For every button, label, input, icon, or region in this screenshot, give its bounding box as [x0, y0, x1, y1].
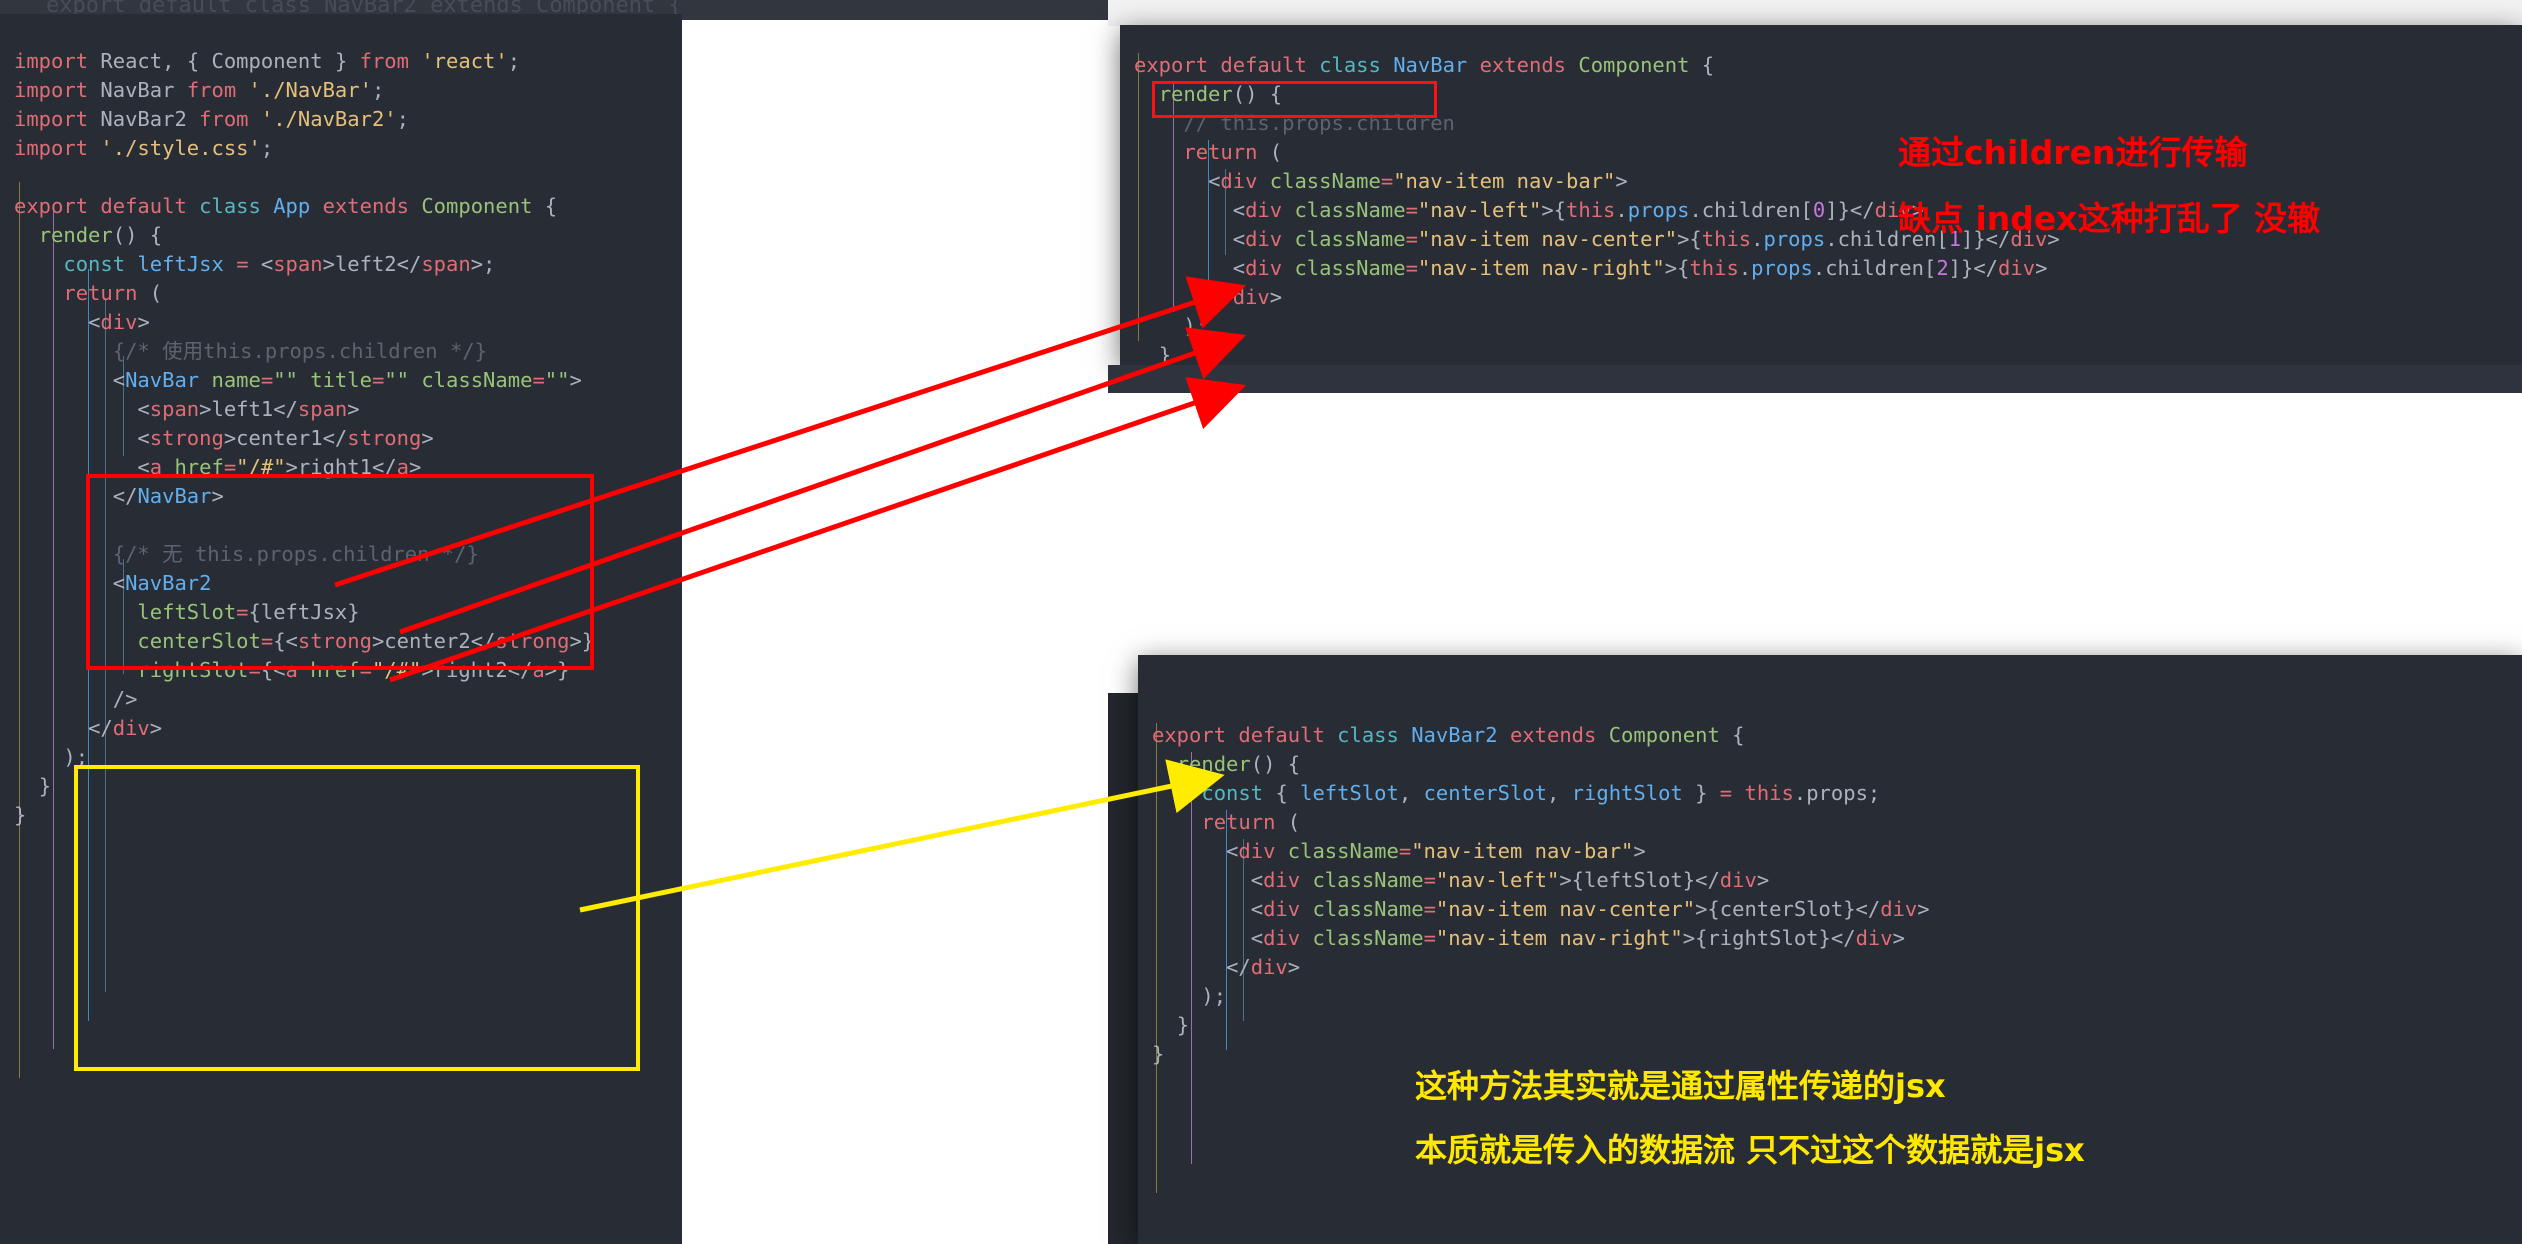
annotation-red-line-1: 通过children进行传输 [1898, 126, 2247, 174]
highlight-box-props-children-comment [1152, 81, 1437, 118]
background-ghost-mid [1108, 365, 2522, 393]
code-block-navbar2: export default class NavBar2 extends Com… [1152, 692, 1930, 1098]
highlight-box-children-jsx [86, 474, 594, 670]
annotation-red-line-2: 缺点 index这种打乱了 没辙 [1898, 192, 2320, 240]
highlight-box-slot-props [74, 765, 640, 1071]
background-ghost-right [1108, 0, 2522, 26]
annotation-yellow-line-1: 这种方法其实就是通过属性传递的jsx [1415, 1061, 1946, 1107]
annotation-yellow-line-2: 本质就是传入的数据流 只不过这个数据就是jsx [1415, 1125, 2085, 1171]
background-ghost-white-right [1108, 393, 2522, 411]
background-ghost-left-rail [1108, 693, 1138, 1244]
code-block-app: import React, { Component } from 'react'… [14, 18, 594, 859]
